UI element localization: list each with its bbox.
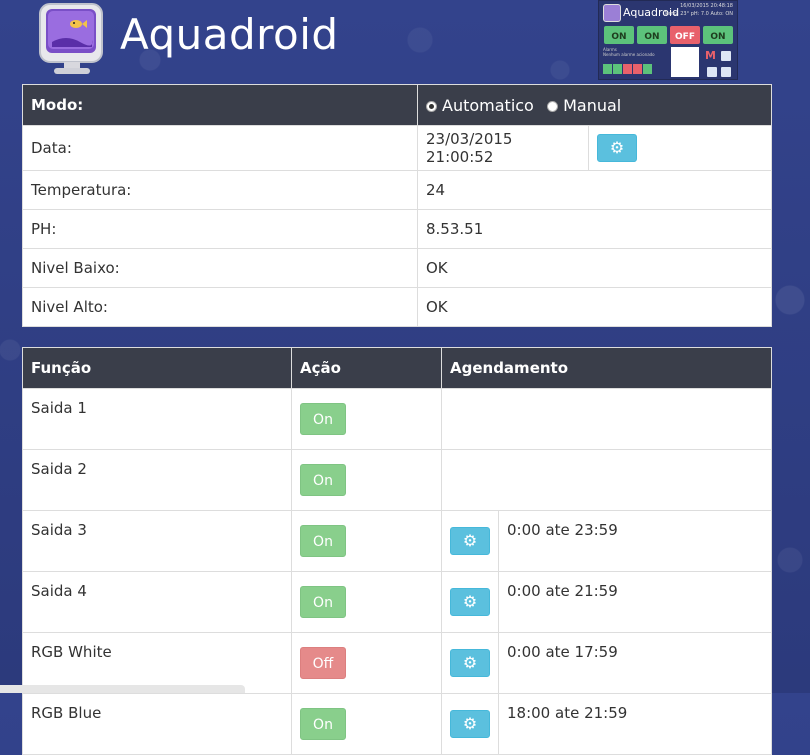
outputs-header-row: Função Ação Agendamento (22, 347, 772, 389)
gear-icon: ⚙ (462, 592, 478, 611)
status-value: 24 (417, 170, 772, 210)
output-action-cell: On (291, 693, 442, 755)
output-toggle-button[interactable]: On (300, 464, 346, 496)
status-row-ph: PH: 8.53.51 (22, 209, 772, 249)
thumbnail-output-1: ON (604, 26, 634, 44)
status-value: 23/03/2015 21:00:52 (417, 125, 589, 171)
thumbnail-output-3: OFF (670, 26, 700, 44)
output-toggle-button[interactable]: Off (300, 647, 346, 679)
output-toggle-button[interactable]: On (300, 525, 346, 557)
status-label: Nivel Alto: (22, 287, 418, 327)
output-action-cell: On (291, 571, 442, 633)
output-name: RGB Blue (22, 693, 292, 755)
output-action-cell: Off (291, 632, 442, 694)
thumbnail-alarm-label: Alarms Nenhum alarme acionado (603, 47, 655, 57)
output-name: Saida 1 (22, 388, 292, 450)
output-name: Saida 3 (22, 510, 292, 572)
schedule-settings-button[interactable]: ⚙ (450, 588, 490, 616)
mode-option-manual[interactable]: Manual (563, 96, 621, 115)
output-row-saida-3: Saida 3 On ⚙ 0:00 ate 23:59 (22, 510, 772, 572)
thumbnail-chart-icon (671, 47, 699, 77)
mode-radio-automatico[interactable] (426, 100, 437, 112)
thumbnail-status-square (603, 64, 612, 74)
schedule-settings-cell: ⚙ (441, 693, 499, 755)
schedule-settings-cell: ⚙ (441, 571, 499, 633)
thumbnail-date: 16/03/2015 20:48:18 (680, 3, 733, 9)
status-row-temperature: Temperatura: 24 (22, 170, 772, 210)
output-row-saida-1: Saida 1 On (22, 388, 772, 450)
mode-radio-manual[interactable] (547, 100, 559, 112)
status-value: OK (417, 287, 772, 327)
status-row-high-level: Nivel Alto: OK (22, 287, 772, 327)
schedule-text: 18:00 ate 21:59 (498, 693, 772, 755)
schedule-settings-cell: ⚙ (441, 510, 499, 572)
dashboard-preview-thumbnail[interactable]: Aquadroid 16/03/2015 20:48:18 Temp: 23° … (598, 0, 738, 80)
output-schedule-cell (441, 449, 772, 511)
mode-option-automatico[interactable]: Automatico (442, 96, 534, 115)
status-label: Data: (22, 125, 418, 171)
schedule-settings-button[interactable]: ⚙ (450, 527, 490, 555)
aquarium-monitor-logo (39, 3, 103, 74)
thumbnail-gear-icon (721, 67, 731, 77)
thumbnail-output-4: ON (703, 26, 733, 44)
output-toggle-button[interactable]: On (300, 586, 346, 618)
output-name: Saida 2 (22, 449, 292, 511)
output-action-cell: On (291, 510, 442, 572)
status-table: Modo: Automatico Manual Data: 23/03/2015… (22, 84, 772, 327)
output-toggle-button[interactable]: On (300, 708, 346, 740)
status-value: OK (417, 248, 772, 288)
status-label: PH: (22, 209, 418, 249)
column-header-action: Ação (291, 347, 442, 389)
schedule-settings-button[interactable]: ⚙ (450, 649, 490, 677)
mode-label: Modo: (22, 84, 418, 126)
status-row-date: Data: 23/03/2015 21:00:52 ⚙ (22, 125, 772, 171)
thumbnail-summary: Temp: 23° pH: 7.0 Auto: ON (663, 11, 733, 17)
schedule-settings-cell: ⚙ (441, 632, 499, 694)
output-action-cell: On (291, 388, 442, 450)
date-settings-cell: ⚙ (588, 125, 772, 171)
status-row-low-level: Nivel Baixo: OK (22, 248, 772, 288)
output-row-rgb-blue: RGB Blue On ⚙ 18:00 ate 21:59 (22, 693, 772, 755)
schedule-settings-button[interactable]: ⚙ (450, 710, 490, 738)
output-row-saida-4: Saida 4 On ⚙ 0:00 ate 21:59 (22, 571, 772, 633)
status-bar (0, 685, 245, 693)
mode-selector: Automatico Manual (417, 84, 772, 126)
column-header-function: Função (22, 347, 292, 389)
gear-icon: ⚙ (462, 714, 478, 733)
thumbnail-mail-icon: M (705, 49, 716, 62)
thumbnail-calendar-icon (707, 67, 717, 77)
gear-icon: ⚙ (462, 531, 478, 550)
status-value: 8.53.51 (417, 209, 772, 249)
output-name: Saida 4 (22, 571, 292, 633)
status-label: Nivel Baixo: (22, 248, 418, 288)
status-label: Temperatura: (22, 170, 418, 210)
output-row-saida-2: Saida 2 On (22, 449, 772, 511)
thumbnail-output-2: ON (637, 26, 667, 44)
output-schedule-cell (441, 388, 772, 450)
date-settings-button[interactable]: ⚙ (597, 134, 637, 162)
schedule-text: 0:00 ate 23:59 (498, 510, 772, 572)
thumbnail-status-square (613, 64, 622, 74)
output-action-cell: On (291, 449, 442, 511)
gear-icon: ⚙ (462, 653, 478, 672)
thumbnail-bars-icon (721, 51, 731, 61)
output-toggle-button[interactable]: On (300, 403, 346, 435)
thumbnail-status-square (643, 64, 652, 74)
thumbnail-status-square (623, 64, 632, 74)
gear-icon: ⚙ (609, 138, 625, 157)
schedule-text: 0:00 ate 21:59 (498, 571, 772, 633)
app-title: Aquadroid (120, 10, 339, 59)
schedule-text: 0:00 ate 17:59 (498, 632, 772, 694)
outputs-table: Função Ação Agendamento Saida 1 On Saida… (22, 347, 772, 755)
mode-row: Modo: Automatico Manual (22, 84, 772, 126)
thumbnail-logo-icon (603, 4, 621, 22)
thumbnail-status-square (633, 64, 642, 74)
column-header-schedule: Agendamento (441, 347, 772, 389)
